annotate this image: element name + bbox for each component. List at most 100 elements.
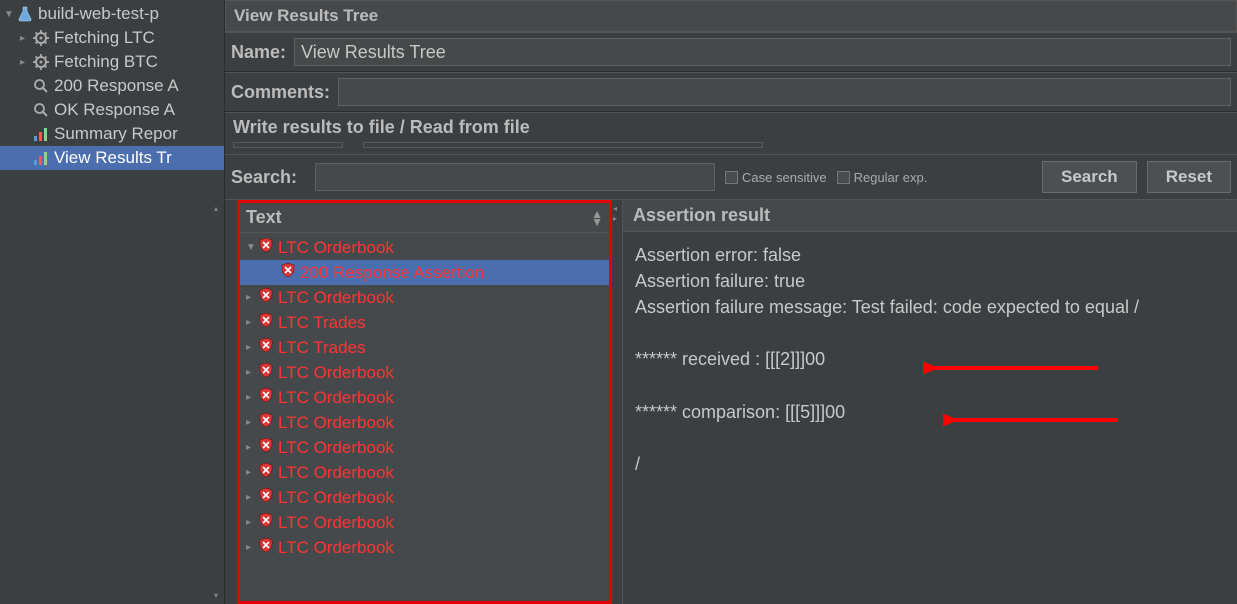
error-shield-icon [258,312,278,333]
sidebar-item-label: Fetching LTC [54,28,155,48]
chart-icon [32,125,50,143]
regex-checkbox[interactable]: Regular exp. [837,170,928,185]
result-item-label: LTC Orderbook [278,388,394,408]
tree-toggle-icon[interactable]: ▸ [246,367,258,378]
sampler-item[interactable]: ▸ LTC Orderbook [240,485,609,510]
tree-toggle-icon[interactable]: ▸ [246,542,258,553]
assertion-body: Assertion error: falseAssertion failure:… [623,232,1237,487]
result-item-label: LTC Orderbook [278,538,394,558]
sampler-item[interactable]: ▸ LTC Orderbook [240,535,609,560]
arrow-left-icon: ◂ [613,204,617,213]
tree-toggle-icon[interactable]: ▼ [4,9,14,20]
checkbox-box-icon [725,171,738,184]
assertion-line: / [635,451,1225,477]
tree-toggle-icon[interactable]: ▸ [246,342,258,353]
name-input[interactable] [294,38,1231,66]
renderer-label: Text [246,207,282,228]
assertion-line: Assertion failure: true [635,268,1225,294]
search-button[interactable]: Search [1042,161,1137,193]
result-item-label: LTC Orderbook [278,238,394,258]
main-panel: View Results Tree Name: Comments: Write … [225,0,1237,604]
error-shield-icon [258,412,278,433]
assertion-item[interactable]: 200 Response Assertion [240,260,609,285]
sampler-item[interactable]: ▼ LTC Orderbook [240,235,609,260]
sidebar-item[interactable]: Summary Repor [0,122,224,146]
splitter-handle[interactable]: ◂ ▸ [612,200,622,604]
sampler-item[interactable]: ▸LTC Orderbook [240,435,609,460]
write-results-fieldset: Write results to file / Read from file [225,112,1237,154]
assertion-line: Assertion error: false [635,242,1225,268]
error-shield-icon [258,437,278,458]
error-shield-icon [280,262,300,283]
result-item-label: 200 Response Assertion [300,263,484,283]
scroll-down-icon[interactable]: ▾ [211,591,221,600]
result-item-label: LTC Orderbook [278,288,394,308]
fieldset-title: Write results to file / Read from file [225,112,1237,138]
sidebar-item[interactable]: OK Response A [0,98,224,122]
checkbox-box-icon [837,171,850,184]
sampler-item[interactable]: ▸ LTC Orderbook [240,385,609,410]
name-row: Name: [225,32,1237,72]
flask-icon [16,5,34,23]
assertion-line: ****** received : [[[2]]]00 [635,346,1225,372]
tree-toggle-icon[interactable]: ▸ [246,517,258,528]
result-item-label: LTC Orderbook [278,488,394,508]
lens-icon [32,101,50,119]
comments-input[interactable] [338,78,1231,106]
sampler-item[interactable]: ▸ LTC Orderbook [240,460,609,485]
error-shield-icon [258,387,278,408]
gear-icon [32,29,50,47]
sidebar-item-label: Fetching BTC [54,52,158,72]
results-area: ▴ ▾ Text ▲▼ ▼LTC Orderbook200 Response A… [225,199,1237,604]
sidebar-tree: ▼ build-web-test-p ▸Fetching LTC▸Fetchin… [0,0,225,604]
results-tree[interactable]: ▼ LTC Orderbook 200 Response Assertion ▸ LTC… [240,233,609,601]
sampler-item[interactable]: ▸ LTC Orderbook [240,360,609,385]
tree-bullet-icon: ▸ [20,57,30,68]
case-sensitive-checkbox[interactable]: Case sensitive [725,170,827,185]
result-item-label: LTC Orderbook [278,463,394,483]
tree-toggle-icon[interactable]: ▼ [246,242,258,253]
tree-root[interactable]: ▼ build-web-test-p [0,2,224,26]
error-shield-icon [258,512,278,533]
sampler-item[interactable]: ▸LTC Trades [240,310,609,335]
scroll-up-icon[interactable]: ▴ [211,204,221,213]
result-item-label: LTC Orderbook [278,363,394,383]
tree-toggle-icon[interactable]: ▸ [246,417,258,428]
tree-toggle-icon[interactable]: ▸ [246,392,258,403]
tree-toggle-icon[interactable]: ▸ [246,442,258,453]
sidebar-item[interactable]: ▸Fetching LTC [0,26,224,50]
panel-title: View Results Tree [225,0,1237,32]
error-shield-icon [258,537,278,558]
sampler-item[interactable]: ▸ LTC Trades [240,335,609,360]
result-item-label: LTC Orderbook [278,513,394,533]
assertion-header: Assertion result [623,200,1237,232]
assertion-line [635,372,1225,398]
sidebar-item[interactable]: 200 Response A [0,74,224,98]
results-renderer-dropdown[interactable]: Text ▲▼ [240,203,609,233]
gear-icon [32,53,50,71]
search-input[interactable] [315,163,715,191]
error-shield-icon [258,487,278,508]
assertion-line: Assertion failure message: Test failed: … [635,294,1225,320]
sidebar-item[interactable]: ▸ Fetching BTC [0,50,224,74]
tree-toggle-icon[interactable]: ▸ [246,492,258,503]
result-item-label: LTC Trades [278,338,366,358]
tree-toggle-icon[interactable]: ▸ [246,317,258,328]
tree-root-label: build-web-test-p [38,4,159,24]
sampler-item[interactable]: ▸LTC Orderbook [240,410,609,435]
error-shield-icon [258,462,278,483]
results-tree-panel: Text ▲▼ ▼ LTC Orderbook 200 Response Asser… [237,200,612,604]
regex-label: Regular exp. [854,170,928,185]
lens-icon [32,77,50,95]
sidebar-item[interactable]: View Results Tr [0,146,224,170]
assertion-line [635,425,1225,451]
sampler-item[interactable]: ▸ LTC Orderbook [240,285,609,310]
reset-button[interactable]: Reset [1147,161,1231,193]
error-shield-icon [258,362,278,383]
sampler-item[interactable]: ▸ LTC Orderbook [240,510,609,535]
tree-toggle-icon[interactable]: ▸ [246,292,258,303]
assertion-line: ****** comparison: [[[5]]]00 [635,399,1225,425]
comments-label: Comments: [231,82,330,103]
chart-icon [32,149,50,167]
tree-toggle-icon[interactable]: ▸ [246,467,258,478]
